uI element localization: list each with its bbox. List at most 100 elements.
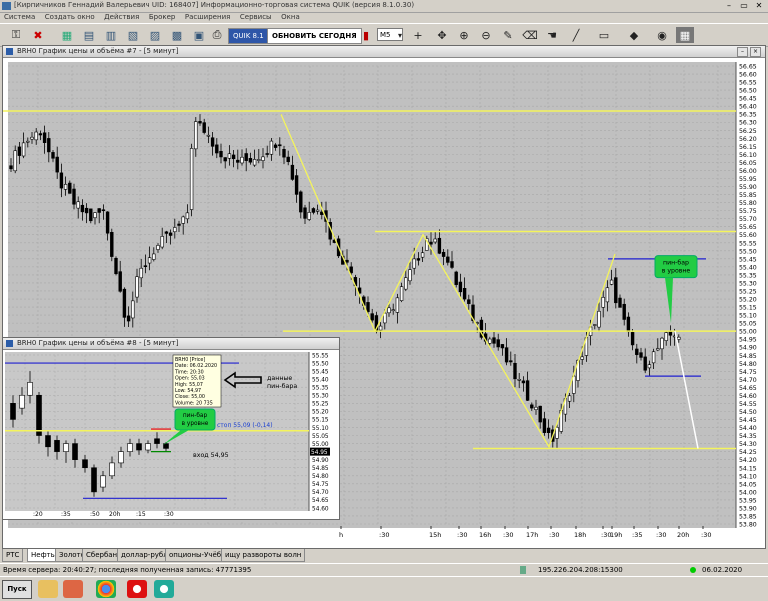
menu-create-window[interactable]: Создать окно — [45, 13, 95, 21]
label-icon[interactable]: ◆ — [626, 27, 642, 43]
explorer-icon[interactable] — [38, 580, 58, 598]
small-price-chart[interactable]: 55.55 55.50 55.45 55.40 55.35 55.30 55.25 55.20… — [3, 350, 337, 517]
pinbar-label: пин-бар — [183, 413, 208, 419]
x-tick-label: :30 — [656, 531, 666, 539]
portfolio-icon[interactable]: ▩ — [168, 27, 186, 43]
menu-extensions[interactable]: Расширения — [185, 13, 230, 21]
news-icon[interactable]: ▣ — [190, 27, 208, 43]
y-tick-label: 54.80 — [739, 361, 757, 368]
menu-actions[interactable]: Действия — [104, 13, 139, 21]
key-icon[interactable]: ⚿ — [6, 27, 26, 43]
y-tick-label: 54.70 — [739, 377, 757, 384]
bullish-candle — [147, 257, 152, 264]
zoom-out-icon[interactable]: ⊖ — [478, 27, 494, 43]
menu-services[interactable]: Сервисы — [240, 13, 272, 21]
tooltip-line: Open: 55,03 — [175, 376, 205, 382]
menu-windows[interactable]: Окна — [281, 13, 300, 21]
bearish-candle — [17, 146, 22, 156]
update-today-button[interactable]: ОБНОВИТЬ СЕГОДНЯ — [267, 28, 362, 44]
pdf-icon[interactable] — [63, 580, 83, 598]
orders-icon[interactable]: ▧ — [124, 27, 142, 43]
eye-icon[interactable]: ◉ — [654, 27, 670, 43]
bullish-candle — [240, 156, 244, 164]
print-icon[interactable]: ⎙ — [210, 27, 224, 43]
menu-system[interactable]: Система — [4, 13, 35, 21]
layers-icon[interactable]: ▦ — [676, 27, 694, 43]
bearish-candle — [513, 362, 517, 380]
close-icon[interactable]: ✕ — [752, 1, 766, 10]
bearish-candle — [110, 231, 114, 257]
bullish-candle — [109, 462, 115, 477]
bearish-candle — [163, 443, 169, 449]
tab-rts[interactable]: РТС — [2, 549, 24, 562]
bearish-candle — [299, 191, 303, 213]
tooltip-line: BRH0 [Price] — [175, 357, 205, 363]
quotes-icon[interactable]: ▥ — [102, 27, 120, 43]
y-tick-label: 55.60 — [739, 232, 757, 239]
y-tick-label: 54.65 — [739, 385, 757, 392]
y-tick-label: 54.30 — [739, 441, 757, 448]
trades-icon[interactable]: ▨ — [146, 27, 164, 43]
y-tick-label: 54.15 — [739, 465, 757, 472]
x-tick-label: :15 — [136, 511, 146, 517]
x-tick-label: 19h — [610, 531, 622, 539]
chart-window-icon[interactable]: ▤ — [80, 27, 98, 43]
move-icon[interactable]: ✥ — [434, 27, 450, 43]
bearish-candle — [105, 211, 110, 234]
comment-icon[interactable]: ▭ — [596, 27, 612, 43]
tab-options[interactable]: опционы-Учёба — [165, 549, 230, 562]
crosshair-icon[interactable]: + — [410, 27, 426, 43]
opera-icon[interactable] — [127, 580, 147, 598]
bullish-candle — [135, 276, 139, 298]
y-tick-label: 55.40 — [739, 264, 757, 271]
main-chart-title: BRH0 График цены и объёма #7 - [5 минут] — [17, 47, 179, 55]
y-tick-label: 53.90 — [739, 505, 757, 512]
hand-icon[interactable]: ☚ — [544, 27, 560, 43]
y-tick-label: 54.50 — [739, 409, 757, 416]
main-close-icon[interactable]: × — [750, 47, 761, 57]
disconnect-icon[interactable]: ✖ — [28, 27, 48, 43]
bullish-candle — [145, 443, 151, 451]
bearish-candle — [282, 149, 286, 158]
bullish-candle — [63, 443, 69, 452]
y-tick-label: 54.20 — [739, 457, 757, 464]
chart-type-icon[interactable]: ▮ — [358, 27, 374, 43]
zoom-in-icon[interactable]: ⊕ — [456, 27, 472, 43]
bullish-candle — [185, 212, 190, 220]
y-tick-label: 55.15 — [739, 305, 757, 312]
pencil-icon[interactable]: ✎ — [500, 27, 516, 43]
bullish-candle — [378, 325, 383, 331]
line-tool-icon[interactable]: ╱ — [568, 27, 584, 43]
minimize-icon[interactable]: – — [722, 1, 736, 10]
toolbar: ⚿ ✖ ▦ ▤ ▥ ▧ ▨ ▩ ▣ ⎙ QUIK 8.1 ОБНОВИТЬ СЕ… — [0, 23, 768, 47]
bullish-candle — [387, 307, 391, 314]
bearish-candle — [366, 302, 370, 312]
tab-oil[interactable]: Нефть — [27, 549, 59, 562]
bullish-candle — [100, 475, 106, 488]
start-button[interactable]: Пуск — [2, 580, 32, 599]
new-table-icon[interactable]: ▦ — [58, 27, 76, 43]
quik-taskbar-icon[interactable] — [154, 580, 174, 598]
chevron-down-icon[interactable]: ▾ — [395, 27, 405, 43]
chart-icon — [6, 48, 13, 55]
tooltip-line: Date: 06.02.2020 — [175, 363, 217, 369]
bullish-candle — [13, 150, 17, 172]
y-tick-label: 56.20 — [739, 136, 757, 143]
x-tick-label: 15h — [429, 531, 441, 539]
bearish-candle — [36, 394, 42, 436]
plot-area — [5, 352, 309, 511]
erase-icon[interactable]: ⌫ — [522, 27, 538, 43]
main-minimize-icon[interactable]: – — [737, 47, 748, 57]
bullish-candle — [181, 216, 185, 224]
maximize-icon[interactable]: ▭ — [737, 1, 751, 10]
y-tick-label: 54.00 — [739, 489, 757, 496]
y-tick-label: 55.35 — [739, 272, 757, 279]
bullish-candle — [139, 267, 143, 279]
bullish-candle — [597, 310, 601, 328]
quik-version-button[interactable]: QUIK 8.1 — [228, 28, 269, 44]
menu-broker[interactable]: Брокер — [149, 13, 176, 21]
chrome-icon[interactable] — [96, 580, 116, 598]
tab-wave-reversals[interactable]: ищу развороты волн — [221, 549, 306, 562]
y-tick-label: 56.65 — [739, 64, 757, 71]
bullish-candle — [580, 356, 584, 360]
